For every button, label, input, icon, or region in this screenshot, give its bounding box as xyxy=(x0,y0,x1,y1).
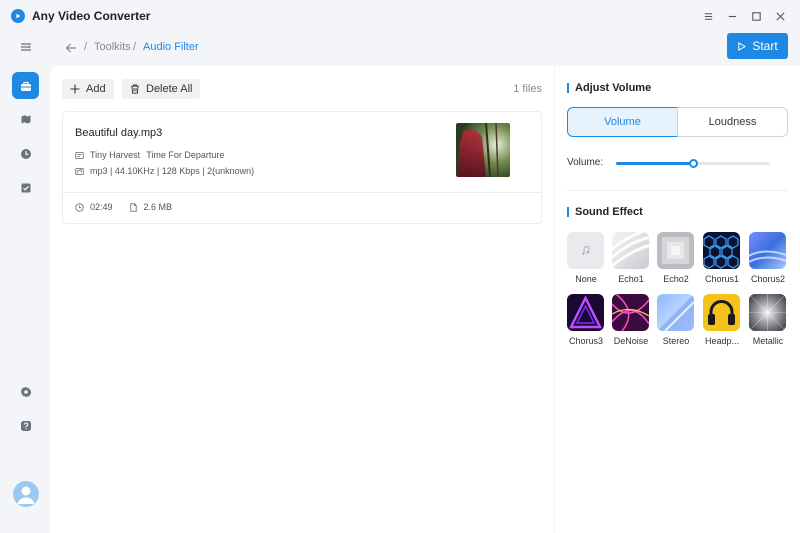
breadcrumb-toolkits[interactable]: Toolkits xyxy=(94,41,131,53)
tag-info-icon xyxy=(75,151,84,159)
add-button-label: Add xyxy=(86,83,106,95)
tab-volume[interactable]: Volume xyxy=(567,107,678,137)
file-list-panel: Add Delete All 1 files Beautiful day.mp3… xyxy=(50,66,554,533)
effect-headphone[interactable]: Headp... xyxy=(703,294,741,346)
effect-echo1[interactable]: Echo1 xyxy=(612,232,650,284)
file-size-icon xyxy=(129,202,137,212)
effect-metallic[interactable]: Metallic xyxy=(749,294,787,346)
effect-headphone-tile xyxy=(703,294,740,331)
sound-effect-heading: Sound Effect xyxy=(567,206,643,218)
add-button[interactable]: Add xyxy=(62,79,114,99)
effect-chorus2-tile xyxy=(749,232,786,269)
help-icon xyxy=(20,420,31,431)
effect-chorus1-tile xyxy=(703,232,740,269)
settings-button[interactable] xyxy=(12,378,39,405)
audio-settings-panel: Adjust Volume Volume Loudness Volume: So… xyxy=(555,66,800,533)
effect-label: Metallic xyxy=(752,336,784,346)
effect-label: Headp... xyxy=(704,336,740,346)
effect-label: Chorus1 xyxy=(704,274,740,284)
close-icon[interactable] xyxy=(772,8,788,24)
menu-icon[interactable] xyxy=(700,8,716,24)
sidebar-item-history[interactable] xyxy=(12,140,39,167)
effect-stereo-tile xyxy=(657,294,694,331)
file-card[interactable]: Beautiful day.mp3 Tiny Harvest Time For … xyxy=(62,111,542,224)
sidebar-item-tasks[interactable] xyxy=(12,174,39,201)
start-button[interactable]: Start xyxy=(727,33,788,59)
effect-label: Chorus2 xyxy=(750,274,786,284)
file-duration: 02:49 xyxy=(90,202,113,212)
delete-all-button[interactable]: Delete All xyxy=(122,79,201,99)
effect-denoise-tile xyxy=(612,294,649,331)
effect-label: Echo1 xyxy=(618,274,644,284)
effect-stereo[interactable]: Stereo xyxy=(657,294,695,346)
minimize-icon[interactable] xyxy=(724,8,740,24)
effect-metallic-tile xyxy=(749,294,786,331)
file-card-divider xyxy=(63,192,541,193)
library-icon xyxy=(21,114,30,123)
gear-icon xyxy=(20,386,31,397)
sidebar-item-library[interactable] xyxy=(12,106,39,133)
effect-chorus2[interactable]: Chorus2 xyxy=(749,232,787,284)
effect-label: Stereo xyxy=(662,336,690,346)
help-button[interactable] xyxy=(12,412,39,439)
file-size: 2.6 MB xyxy=(143,202,173,212)
app-title: Any Video Converter xyxy=(32,9,151,23)
section-divider xyxy=(567,190,788,191)
effect-label: None xyxy=(575,274,597,284)
file-album: Time For Departure xyxy=(146,150,225,160)
toolbox-icon xyxy=(20,81,31,91)
sidebar xyxy=(0,32,50,533)
volume-slider-fill xyxy=(616,162,693,165)
effect-label: Echo2 xyxy=(663,274,689,284)
title-bar: Any Video Converter xyxy=(0,0,800,32)
volume-slider-handle[interactable] xyxy=(689,159,698,168)
collapse-sidebar-icon[interactable] xyxy=(12,33,39,60)
effect-echo2[interactable]: Echo2 xyxy=(657,232,695,284)
file-format-row: mp3 | 44.10KHz | 128 Kbps | 2(unknown) xyxy=(75,166,254,176)
file-stats-row: 02:49 2.6 MB xyxy=(75,202,172,212)
avatar[interactable] xyxy=(13,481,39,507)
effect-echo1-tile xyxy=(612,232,649,269)
breadcrumb-separator: / xyxy=(84,41,88,53)
top-bar: / Toolkits / Audio Filter Start xyxy=(50,32,800,66)
start-button-label: Start xyxy=(752,39,778,53)
play-icon xyxy=(738,41,747,51)
file-artist: Tiny Harvest xyxy=(90,150,141,160)
user-icon xyxy=(17,486,35,504)
file-name: Beautiful day.mp3 xyxy=(75,127,163,139)
effect-none[interactable]: None xyxy=(567,232,605,284)
file-count: 1 files xyxy=(513,83,542,95)
breadcrumb-separator: / xyxy=(133,41,137,53)
trash-icon xyxy=(131,84,139,94)
plus-icon xyxy=(70,84,80,94)
effect-none-tile xyxy=(567,232,604,269)
effect-label: DeNoise xyxy=(613,336,649,346)
effect-label: Chorus3 xyxy=(568,336,604,346)
effect-denoise[interactable]: DeNoise xyxy=(612,294,650,346)
file-thumbnail xyxy=(456,123,510,177)
back-arrow-icon[interactable] xyxy=(64,41,78,55)
breadcrumb-current: Audio Filter xyxy=(143,41,199,53)
sidebar-item-toolkits[interactable] xyxy=(12,72,39,99)
file-format-info: mp3 | 44.10KHz | 128 Kbps | 2(unknown) xyxy=(90,166,255,176)
music-note-icon xyxy=(582,245,590,255)
volume-slider[interactable] xyxy=(616,159,770,168)
effect-chorus3[interactable]: Chorus3 xyxy=(567,294,605,346)
clock-icon xyxy=(75,202,84,212)
effect-chorus1[interactable]: Chorus1 xyxy=(703,232,741,284)
app-logo-icon xyxy=(11,9,25,23)
headphones-icon xyxy=(708,300,735,325)
audio-format-icon xyxy=(75,167,84,175)
effect-echo2-tile xyxy=(657,232,694,269)
effect-chorus3-tile xyxy=(567,294,604,331)
maximize-icon[interactable] xyxy=(748,8,764,24)
tab-loudness[interactable]: Loudness xyxy=(677,107,788,137)
adjust-volume-heading: Adjust Volume xyxy=(567,82,651,94)
clock-icon xyxy=(20,148,31,159)
volume-label: Volume: xyxy=(567,157,604,168)
delete-all-button-label: Delete All xyxy=(146,83,193,95)
task-check-icon xyxy=(21,183,30,192)
file-tags-row: Tiny Harvest Time For Departure xyxy=(75,150,224,160)
